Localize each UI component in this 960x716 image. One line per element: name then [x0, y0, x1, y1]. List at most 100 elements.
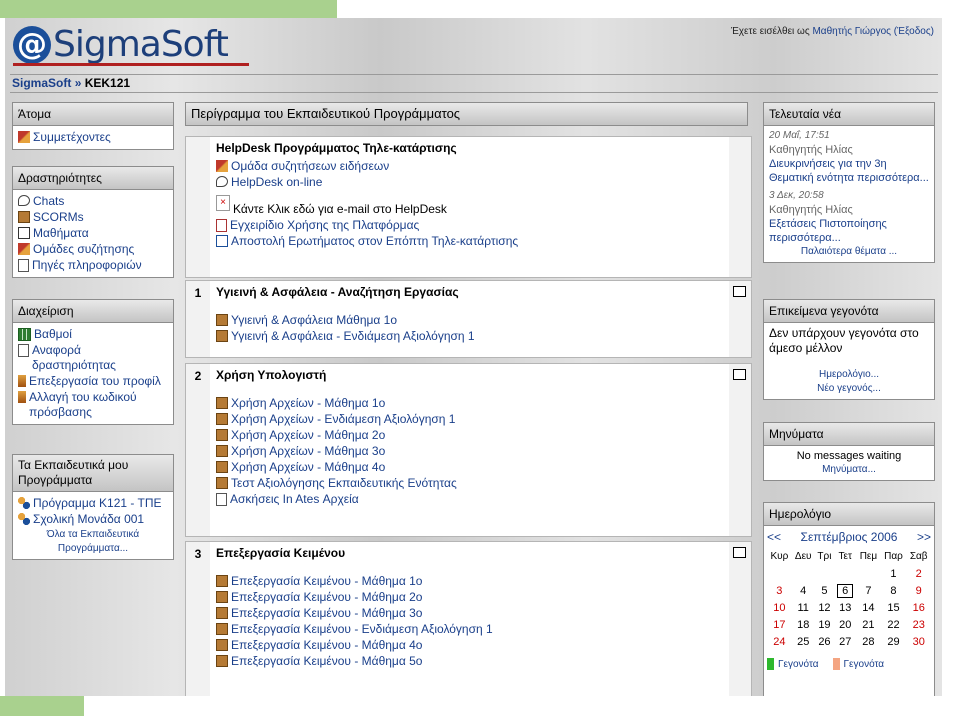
section-activity-link[interactable]: Χρήση Αρχείων - Ενδιάμεση Αξιολόγηση 1 — [216, 412, 723, 427]
forums-link[interactable]: Ομάδες συζήτησης — [18, 242, 168, 257]
calendar-day[interactable]: 26 — [815, 633, 834, 650]
calendar-day[interactable]: 5 — [815, 582, 834, 599]
section-activity-link[interactable]: Επεξεργασία Κειμένου - Μάθημα 1ο — [216, 574, 723, 589]
news-post-link[interactable]: Διευκρινήσεις για την 3η Θεματική ενότητ… — [769, 157, 929, 185]
calendar-day[interactable]: 14 — [856, 599, 880, 616]
all-courses-link[interactable]: Όλα τα Εκπαιδευτικά Προγράμματα... — [18, 528, 168, 556]
calendar-month[interactable]: Σεπτέμβριος 2006 — [801, 530, 898, 544]
calendar-link[interactable]: Ημερολόγιο... — [769, 368, 929, 382]
change-password-link[interactable]: Αλλαγή του κωδικού πρόσβασης — [18, 390, 168, 420]
breadcrumb-home[interactable]: SigmaSoft — [12, 76, 71, 90]
calendar-day[interactable]: 27 — [834, 633, 856, 650]
news-forum-link[interactable]: Ομάδα συζητήσεων ειδήσεων — [216, 159, 723, 174]
section-activity-link[interactable]: Χρήση Αρχείων - Μάθημα 3ο — [216, 444, 723, 459]
section-activity-link[interactable]: Επεξεργασία Κειμένου - Μάθημα 5ο — [216, 654, 723, 669]
section-activity-link[interactable]: Τεστ Αξιολόγησης Εκπαιδευτικής Ενότητας — [216, 476, 723, 491]
scorms-link[interactable]: SCORMs — [18, 210, 168, 225]
section-activity-link[interactable]: Υγιεινή & Ασφάλεια - Ενδιάμεση Αξιολόγησ… — [216, 329, 723, 344]
section-activity-link[interactable]: Επεξεργασία Κειμένου - Ενδιάμεση Αξιολόγ… — [216, 622, 723, 637]
news-date: 20 Μαΐ, 17:51 — [769, 130, 830, 141]
calendar-day[interactable]: 29 — [881, 633, 907, 650]
legend-item[interactable]: Γεγονότα — [767, 658, 819, 670]
legend-item[interactable]: Γεγονότα — [832, 658, 884, 670]
calendar-day[interactable]: 21 — [856, 616, 880, 633]
bottom-left-green-bar — [0, 696, 84, 716]
calendar-day[interactable]: 19 — [815, 616, 834, 633]
intro-section: HelpDesk Προγράμματος Τηλε-κατάρτισης Ομ… — [185, 136, 752, 278]
calendar-day[interactable]: 23 — [906, 616, 931, 633]
section-activity-link[interactable]: Χρήση Αρχείων - Μάθημα 1ο — [216, 396, 723, 411]
calendar-day[interactable]: 28 — [856, 633, 880, 650]
course-link-school-unit[interactable]: Σχολική Μονάδα 001 — [18, 512, 168, 527]
calendar-day[interactable]: 22 — [881, 616, 907, 633]
section-title: Υγιεινή & Ασφάλεια - Αναζήτηση Εργασίας — [216, 285, 459, 299]
calendar-day[interactable]: 15 — [881, 599, 907, 616]
section-activity-link[interactable]: Επεξεργασία Κειμένου - Μάθημα 2ο — [216, 590, 723, 605]
calendar-day[interactable]: 24 — [767, 633, 792, 650]
calendar-day[interactable]: 2 — [906, 565, 931, 582]
edit-profile-link[interactable]: Επεξεργασία του προφίλ — [18, 374, 168, 389]
scorm-icon — [216, 639, 228, 651]
section-activity-link[interactable]: Επεξεργασία Κειμένου - Μάθημα 3ο — [216, 606, 723, 621]
calendar-day — [767, 565, 792, 582]
lessons-link[interactable]: Μαθήματα — [18, 226, 168, 241]
user-link[interactable]: Μαθητής Γιώργος — [812, 26, 891, 37]
edit-icon — [18, 375, 26, 387]
platform-manual-link[interactable]: Εγχειρίδιο Χρήσης της Πλατφόρμας — [216, 218, 723, 233]
weekday-header: Κυρ — [770, 551, 789, 562]
calendar-day[interactable]: 8 — [881, 582, 907, 599]
prev-month-button[interactable]: << — [767, 530, 781, 544]
helpdesk-email-link[interactable]: × Κάντε Κλικ εδώ για e-mail στο HelpDesk — [216, 194, 723, 217]
legend-swatch — [767, 658, 774, 670]
calendar-day[interactable]: 1 — [881, 565, 907, 582]
calendar-day[interactable]: 20 — [834, 616, 856, 633]
resource-icon — [18, 259, 29, 272]
chats-link[interactable]: Chats — [18, 194, 168, 209]
activity-report-link[interactable]: Αναφορά δραστηριότητας — [18, 343, 168, 373]
helpdesk-online-link[interactable]: HelpDesk on-line — [216, 175, 723, 190]
section-activity-link[interactable]: Επεξεργασία Κειμένου - Μάθημα 4ο — [216, 638, 723, 653]
calendar-day[interactable]: 17 — [767, 616, 792, 633]
brand-logo[interactable]: @ SigmaSoft — [13, 24, 229, 65]
show-only-section-toggle[interactable] — [733, 547, 746, 558]
calendar-day[interactable]: 11 — [792, 599, 815, 616]
pdf-icon — [216, 219, 227, 232]
calendar-day[interactable]: 7 — [856, 582, 880, 599]
calendar-day[interactable]: 9 — [906, 582, 931, 599]
section-activity-link[interactable]: Χρήση Αρχείων - Μάθημα 2ο — [216, 428, 723, 443]
participants-link[interactable]: Συμμετέχοντες — [18, 130, 168, 145]
calendar-day[interactable]: 16 — [906, 599, 931, 616]
messages-link[interactable]: Μηνύματα... — [769, 463, 929, 477]
calendar-day[interactable]: 4 — [792, 582, 815, 599]
breadcrumb-separator: » — [74, 76, 82, 90]
intro-section-gutter — [186, 137, 210, 277]
section-activity-link[interactable]: Χρήση Αρχείων - Μάθημα 4ο — [216, 460, 723, 475]
older-topics-link[interactable]: Παλαιότερα θέματα ... — [769, 245, 929, 259]
grades-link[interactable]: Βαθμοί — [18, 327, 168, 342]
course-link-k121[interactable]: Πρόγραμμα Κ121 - ΤΠΕ — [18, 496, 168, 511]
new-event-link[interactable]: Νέο γεγονός... — [769, 382, 929, 396]
section-activity-link[interactable]: Ασκήσεις In Ates Αρχεία — [216, 492, 723, 507]
calendar-day[interactable]: 12 — [815, 599, 834, 616]
calendar-day[interactable]: 10 — [767, 599, 792, 616]
show-only-section-toggle[interactable] — [733, 286, 746, 297]
show-only-section-toggle[interactable] — [733, 369, 746, 380]
next-month-button[interactable]: >> — [917, 530, 931, 544]
scorm-icon — [216, 607, 228, 619]
course-icon — [18, 513, 30, 525]
calendar-nav: << Σεπτέμβριος 2006 >> — [767, 530, 931, 544]
logout-link[interactable]: (Έξοδος) — [894, 26, 934, 37]
calendar-day[interactable]: 30 — [906, 633, 931, 650]
calendar-day[interactable]: 18 — [792, 616, 815, 633]
calendar-day[interactable]: 6 — [834, 582, 856, 599]
calendar-day[interactable]: 25 — [792, 633, 815, 650]
calendar-day[interactable]: 13 — [834, 599, 856, 616]
section-activity-link[interactable]: Υγιεινή & Ασφάλεια Μάθημα 1ο — [216, 313, 723, 328]
send-question-link[interactable]: Αποστολή Ερωτήματος στον Επόπτη Τηλε-κατ… — [216, 234, 723, 249]
scorm-icon — [216, 330, 228, 342]
calendar-day[interactable]: 3 — [767, 582, 792, 599]
news-post-link[interactable]: Εξετάσεις Πιστοποίησης περισσότερα... — [769, 217, 929, 245]
resources-link[interactable]: Πηγές πληροφοριών — [18, 258, 168, 273]
admin-block-title: Διαχείριση — [13, 300, 173, 323]
course-icon — [18, 497, 30, 509]
